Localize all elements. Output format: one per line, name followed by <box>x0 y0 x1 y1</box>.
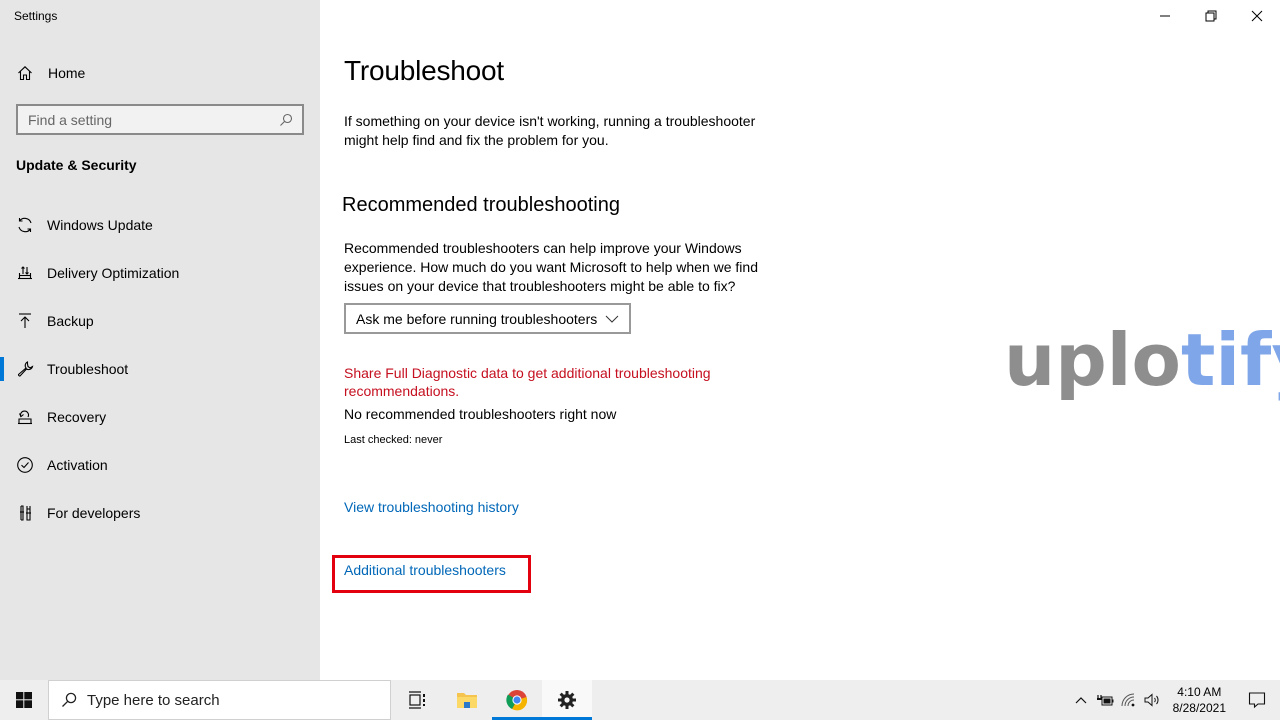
last-checked: Last checked: never <box>344 434 443 446</box>
delivery-optimization-icon <box>16 264 34 282</box>
task-view-icon <box>409 691 425 709</box>
intro-text: If something on your device isn't workin… <box>344 113 756 148</box>
wrench-icon <box>16 360 34 378</box>
recommended-description: Recommended troubleshooters can help imp… <box>344 240 758 294</box>
taskbar: Type here to search 4:10 AM 8/28/2021 <box>0 680 1280 720</box>
folder-icon <box>457 693 477 708</box>
search-icon[interactable] <box>276 110 296 130</box>
sync-icon <box>16 216 34 234</box>
sidebar-item-label: Recovery <box>47 409 107 425</box>
sidebar-item-label: Troubleshoot <box>47 361 129 377</box>
sidebar-nav: Windows Update Delivery Optimization Bac… <box>0 201 320 537</box>
close-button[interactable] <box>1234 0 1280 32</box>
sidebar-item-activation[interactable]: Activation <box>0 441 320 489</box>
sidebar-item-label: Activation <box>47 457 108 473</box>
taskbar-clock[interactable]: 4:10 AM 8/28/2021 <box>1165 684 1234 716</box>
file-explorer-button[interactable] <box>442 680 492 720</box>
sidebar-item-delivery-optimization[interactable]: Delivery Optimization <box>0 249 320 297</box>
sidebar-item-label: Windows Update <box>47 217 153 233</box>
chrome-button[interactable] <box>492 680 542 720</box>
sidebar-item-troubleshoot[interactable]: Troubleshoot <box>0 345 320 393</box>
sidebar-item-recovery[interactable]: Recovery <box>0 393 320 441</box>
maximize-button[interactable] <box>1188 0 1234 32</box>
search-icon <box>61 692 77 708</box>
battery-charging-icon <box>1096 695 1114 706</box>
network-button[interactable] <box>1117 680 1141 720</box>
action-center-button[interactable] <box>1234 680 1280 720</box>
backup-icon <box>16 312 34 330</box>
share-diagnostic-data-link[interactable]: Share Full Diagnostic data to get additi… <box>344 364 764 400</box>
minimize-button[interactable] <box>1142 0 1188 32</box>
battery-button[interactable] <box>1093 680 1117 720</box>
chevron-down-icon <box>605 315 619 323</box>
start-button[interactable] <box>0 680 48 720</box>
volume-button[interactable] <box>1141 680 1165 720</box>
watermark-logo: uplotify <box>1004 318 1280 402</box>
taskbar-search-placeholder: Type here to search <box>87 691 220 709</box>
settings-window: Settings Home Find a setting Update & Se… <box>0 0 1280 680</box>
chrome-icon <box>506 690 528 711</box>
sidebar-item-label: For developers <box>47 505 141 521</box>
find-setting-placeholder: Find a setting <box>28 111 113 128</box>
sidebar-item-windows-update[interactable]: Windows Update <box>0 201 320 249</box>
sidebar: Settings Home Find a setting Update & Se… <box>0 0 320 680</box>
chevron-up-icon <box>1075 697 1087 704</box>
wifi-icon <box>1121 693 1135 707</box>
notification-icon <box>1248 692 1266 709</box>
taskbar-search-box[interactable]: Type here to search <box>48 680 391 720</box>
gear-icon <box>558 691 576 709</box>
sidebar-home-label: Home <box>48 65 86 81</box>
windows-logo-icon <box>16 692 32 708</box>
clock-time: 4:10 AM <box>1177 685 1222 699</box>
sidebar-home[interactable]: Home <box>16 60 85 86</box>
system-tray: 4:10 AM 8/28/2021 <box>1069 680 1280 720</box>
sidebar-item-label: Backup <box>47 313 94 329</box>
additional-troubleshooters-link[interactable]: Additional troubleshooters <box>344 562 506 578</box>
restore-icon <box>1205 10 1217 22</box>
sidebar-item-backup[interactable]: Backup <box>0 297 320 345</box>
recommended-heading: Recommended troubleshooting <box>342 194 620 216</box>
watermark-part2: tify <box>1180 318 1280 402</box>
sidebar-item-for-developers[interactable]: For developers <box>0 489 320 537</box>
show-hidden-icons-button[interactable] <box>1069 680 1093 720</box>
close-icon <box>1251 10 1263 22</box>
watermark-part1: uplo <box>1004 318 1181 402</box>
page-title: Troubleshoot <box>344 55 504 86</box>
sidebar-item-label: Delivery Optimization <box>47 265 180 281</box>
main-content: Troubleshoot If something on your device… <box>320 0 1280 680</box>
home-icon <box>16 64 34 82</box>
recovery-icon <box>16 408 34 426</box>
section-title: Update & Security <box>16 157 137 173</box>
speaker-icon <box>1144 693 1159 707</box>
activation-check-icon <box>16 456 34 474</box>
dropdown-selected-value: Ask me before running troubleshooters <box>356 310 598 327</box>
recommendation-status: No recommended troubleshooters right now <box>344 406 617 422</box>
find-setting-input[interactable]: Find a setting <box>16 104 304 135</box>
app-title: Settings <box>14 9 58 23</box>
view-troubleshooting-history-link[interactable]: View troubleshooting history <box>344 499 519 515</box>
troubleshooter-preference-dropdown[interactable]: Ask me before running troubleshooters <box>344 303 631 334</box>
minimize-icon <box>1160 15 1170 17</box>
settings-taskbar-button[interactable] <box>542 680 592 720</box>
window-controls <box>1142 0 1280 32</box>
task-view-button[interactable] <box>392 680 442 720</box>
clock-date: 8/28/2021 <box>1172 701 1226 715</box>
developer-tools-icon <box>16 504 34 522</box>
